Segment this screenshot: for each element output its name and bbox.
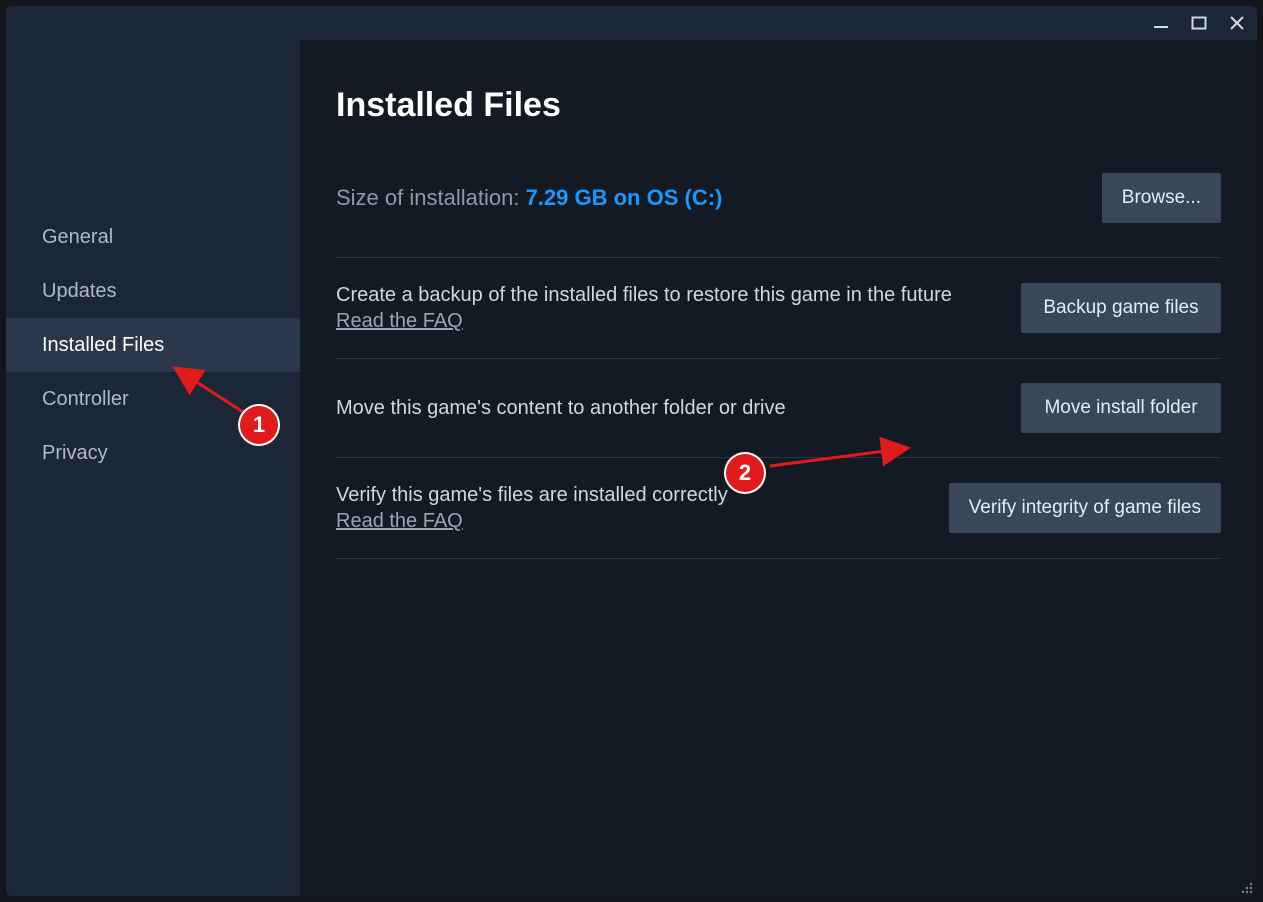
annotation-badge-1: 1 [238, 404, 280, 446]
verify-faq-link[interactable]: Read the FAQ [336, 510, 463, 532]
sidebar-item-general[interactable]: General [6, 210, 300, 264]
size-row: Size of installation: 7.29 GB on OS (C:)… [336, 173, 1221, 223]
backup-desc: Create a backup of the installed files t… [336, 282, 952, 308]
browse-button[interactable]: Browse... [1102, 173, 1221, 223]
sidebar-item-installed-files[interactable]: Installed Files [6, 318, 300, 372]
annotation-number: 1 [253, 412, 265, 438]
maximize-button[interactable] [1189, 13, 1209, 33]
properties-window: General Updates Installed Files Controll… [6, 6, 1257, 896]
move-install-folder-button[interactable]: Move install folder [1021, 383, 1221, 433]
annotation-number: 2 [739, 460, 751, 486]
window-body: General Updates Installed Files Controll… [6, 40, 1257, 896]
section-backup: Create a backup of the installed files t… [336, 257, 1221, 358]
annotation-badge-2: 2 [724, 452, 766, 494]
size-text: Size of installation: 7.29 GB on OS (C:) [336, 185, 722, 211]
sidebar-item-label: Controller [42, 388, 129, 411]
close-button[interactable] [1227, 13, 1247, 33]
backup-text: Create a backup of the installed files t… [336, 282, 952, 334]
size-value: 7.29 GB on OS (C:) [526, 185, 723, 210]
move-desc: Move this game's content to another fold… [336, 395, 786, 421]
backup-game-files-button[interactable]: Backup game files [1021, 283, 1221, 333]
sidebar-item-updates[interactable]: Updates [6, 264, 300, 318]
minimize-button[interactable] [1151, 13, 1171, 33]
verify-integrity-button[interactable]: Verify integrity of game files [949, 483, 1221, 533]
move-text: Move this game's content to another fold… [336, 395, 786, 421]
verify-desc: Verify this game's files are installed c… [336, 482, 728, 508]
sidebar-item-label: Installed Files [42, 334, 164, 357]
sidebar-item-label: Privacy [42, 442, 108, 465]
verify-text: Verify this game's files are installed c… [336, 482, 728, 534]
titlebar [6, 6, 1257, 40]
section-move: Move this game's content to another fold… [336, 358, 1221, 457]
sidebar-item-label: General [42, 226, 113, 249]
resize-grip-icon[interactable] [1237, 878, 1253, 894]
sidebar-item-label: Updates [42, 280, 117, 303]
main-panel: Installed Files Size of installation: 7.… [300, 40, 1257, 896]
page-title: Installed Files [336, 86, 1221, 125]
backup-faq-link[interactable]: Read the FAQ [336, 310, 463, 332]
section-verify: Verify this game's files are installed c… [336, 457, 1221, 559]
sidebar: General Updates Installed Files Controll… [6, 40, 300, 896]
size-label: Size of installation: [336, 185, 519, 210]
